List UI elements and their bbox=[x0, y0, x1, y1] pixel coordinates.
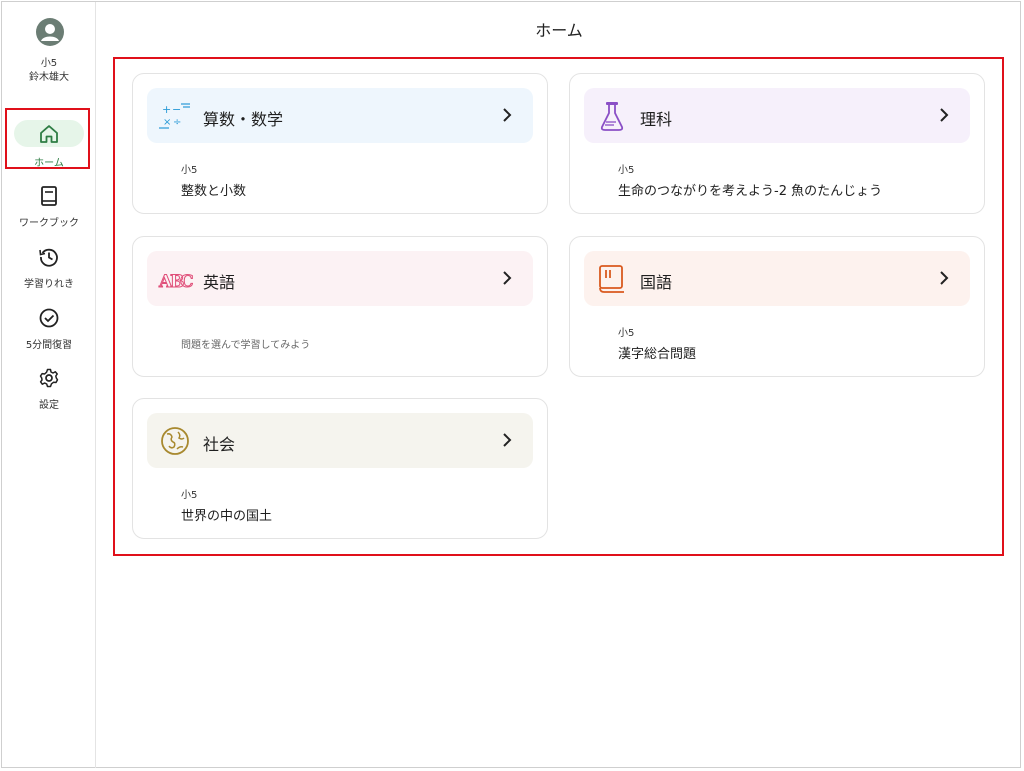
subject-grade: 小5 bbox=[181, 165, 198, 176]
home-icon bbox=[40, 125, 58, 143]
flask-icon bbox=[600, 102, 624, 131]
subject-name: 理科 bbox=[640, 110, 673, 129]
chevron-right-icon bbox=[503, 271, 512, 285]
subject-grade: 小5 bbox=[181, 490, 198, 501]
nav-review-label: 5分間復習 bbox=[25, 340, 73, 351]
abc-letters-icon: A B C bbox=[158, 272, 194, 293]
nav-workbook[interactable]: ワークブック bbox=[2, 185, 96, 241]
subject-card-math[interactable]: + − × ÷ 算数・数学 小5 整数と小数 bbox=[132, 73, 548, 214]
subject-name: 社会 bbox=[203, 435, 236, 454]
chevron-right-icon bbox=[503, 433, 512, 447]
nav-history[interactable]: 学習りれき bbox=[2, 246, 96, 302]
subject-card-science[interactable]: 理科 小5 生命のつながりを考えよう-2 魚のたんじょう bbox=[569, 73, 985, 214]
subject-grade: 小5 bbox=[618, 328, 635, 339]
user-grade: 小5 bbox=[40, 58, 58, 69]
nav-settings[interactable]: 設定 bbox=[2, 367, 96, 423]
globe-icon bbox=[161, 427, 189, 455]
subject-card-header[interactable]: 国語 bbox=[584, 251, 970, 306]
subject-card-english[interactable]: A B C 英語 問題を選んで学習してみよう bbox=[132, 236, 548, 377]
subject-card-japanese[interactable]: 国語 小5 漢字総合問題 bbox=[569, 236, 985, 377]
page-title: ホーム bbox=[535, 21, 583, 40]
subject-name: 英語 bbox=[203, 273, 236, 292]
nav-history-label: 学習りれき bbox=[24, 279, 74, 290]
subject-unit: 世界の中の国土 bbox=[181, 509, 273, 524]
subject-unit: 生命のつながりを考えよう-2 魚のたんじょう bbox=[618, 184, 883, 199]
chevron-right-icon bbox=[940, 271, 949, 285]
gear-icon bbox=[39, 368, 59, 388]
book-icon bbox=[599, 265, 624, 293]
subject-card-header[interactable]: 理科 bbox=[584, 88, 970, 143]
chevron-right-icon bbox=[940, 108, 949, 122]
chevron-right-icon bbox=[503, 108, 512, 122]
svg-text:+: + bbox=[162, 103, 171, 116]
subject-card-header[interactable]: + − × ÷ 算数・数学 bbox=[147, 88, 533, 143]
subject-hint: 問題を選んで学習してみよう bbox=[181, 340, 311, 351]
math-symbols-icon: + − × ÷ bbox=[159, 103, 190, 129]
nav-settings-label: 設定 bbox=[39, 400, 59, 411]
nav-home-label: ホーム bbox=[34, 158, 64, 169]
subject-name: 算数・数学 bbox=[203, 110, 284, 129]
nav-workbook-label: ワークブック bbox=[19, 218, 79, 229]
svg-text:×: × bbox=[163, 117, 171, 128]
book-icon bbox=[41, 186, 57, 206]
nav-review[interactable]: 5分間復習 bbox=[2, 307, 96, 363]
check-circle-icon bbox=[39, 308, 59, 328]
nav-home[interactable]: ホーム bbox=[2, 112, 96, 169]
svg-text:C: C bbox=[180, 272, 193, 292]
user-name: 鈴木雄大 bbox=[29, 72, 69, 83]
user-avatar-icon[interactable] bbox=[35, 17, 65, 47]
subject-grade: 小5 bbox=[618, 165, 635, 176]
svg-text:÷: ÷ bbox=[173, 117, 181, 128]
subject-unit: 整数と小数 bbox=[181, 184, 247, 199]
history-icon bbox=[39, 248, 58, 267]
subject-card-header[interactable]: 社会 bbox=[147, 413, 533, 468]
subject-card-header[interactable]: A B C 英語 bbox=[147, 251, 533, 306]
subject-name: 国語 bbox=[640, 273, 673, 292]
sidebar: 小5 鈴木雄大 ホーム ワークブック 学習りれき 5分間復習 設定 bbox=[2, 2, 96, 768]
subject-card-social-studies[interactable]: 社会 小5 世界の中の国土 bbox=[132, 398, 548, 539]
svg-text:−: − bbox=[172, 103, 181, 116]
subject-unit: 漢字総合問題 bbox=[618, 347, 697, 362]
